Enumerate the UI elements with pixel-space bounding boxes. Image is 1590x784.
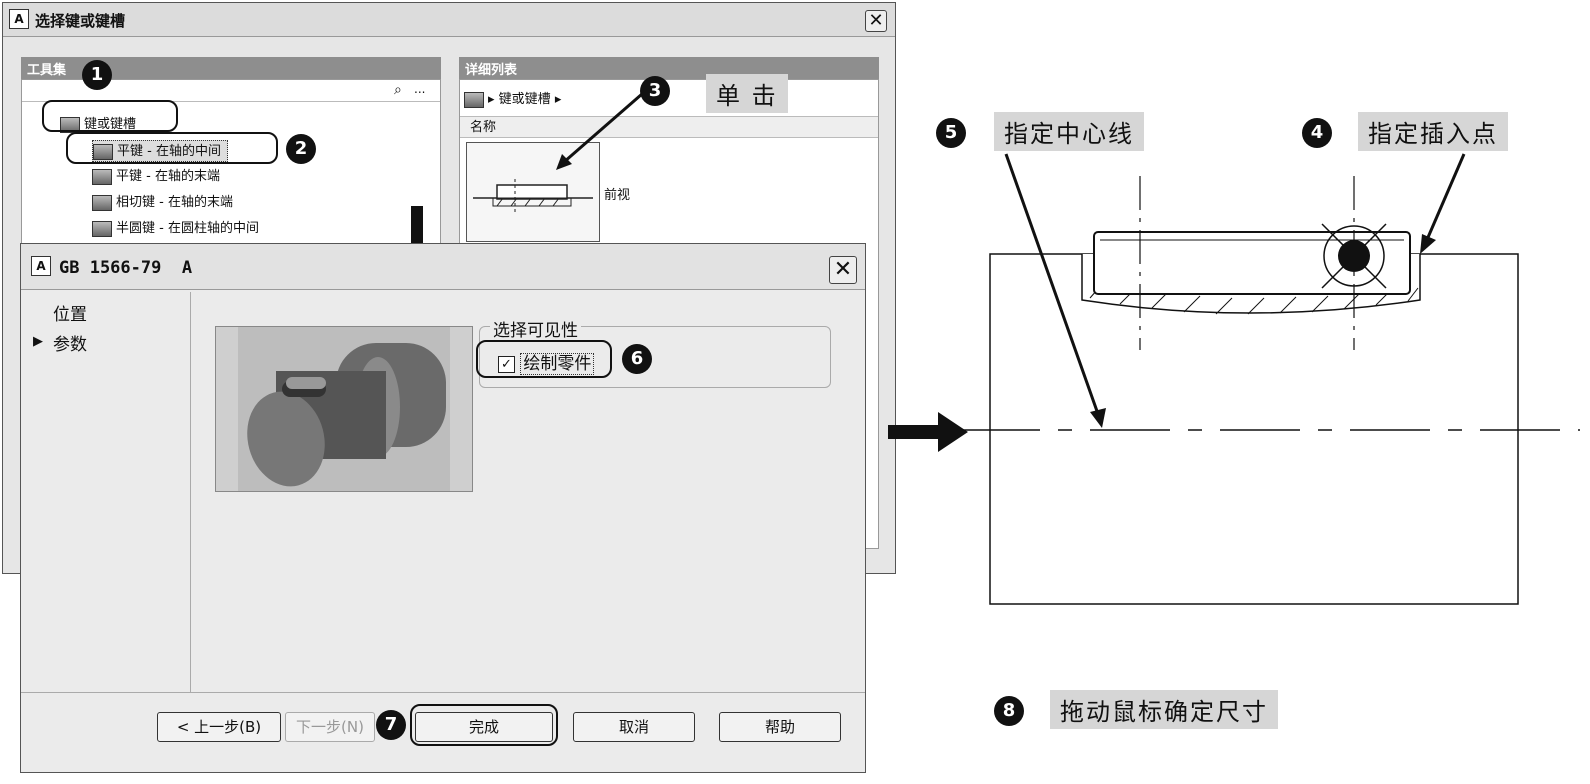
highlight-ring-1 <box>42 100 178 132</box>
part-parameters-window: A GB 1566-79 A ✕ 位置 ▶ 参数 选择可见性 ✓ 绘制零件 < … <box>20 243 866 773</box>
part-preview <box>215 326 473 492</box>
callout-3-text: 单 击 <box>706 74 788 113</box>
key-selection-titlebar: A 选择键或键槽 ✕ <box>3 3 895 37</box>
tree-item-flat-key-end[interactable]: 平键 - 在轴的末端 <box>92 166 220 188</box>
callout-4-text: 指定插入点 <box>1358 112 1508 151</box>
visibility-group-title: 选择可见性 <box>490 316 581 341</box>
callout-3-arrow <box>556 92 643 170</box>
window-title: 选择键或键槽 <box>35 12 126 30</box>
callout-8: 8 <box>994 696 1024 726</box>
cad-drawing <box>960 153 1580 605</box>
thumbnail-label: 前视 <box>604 188 631 203</box>
callout-4: 4 <box>1302 118 1332 148</box>
app-icon: A <box>31 256 51 276</box>
app-icon: A <box>9 9 29 29</box>
key-part-icon <box>92 220 112 237</box>
nav-panel: 位置 ▶ 参数 <box>21 292 191 692</box>
part-window-title: GB 1566-79 A <box>59 258 193 278</box>
tree-item-woodruff-key[interactable]: 半圆键 - 在圆柱轴的中间 <box>92 218 259 240</box>
key-part-icon <box>92 168 112 185</box>
callout-8-text: 拖动鼠标确定尺寸 <box>1050 690 1278 729</box>
callout-5: 5 <box>936 118 966 148</box>
detail-list-header: 详细列表 <box>459 57 879 80</box>
part-window-titlebar: A GB 1566-79 A ✕ <box>21 244 865 290</box>
callout-7: 7 <box>376 710 406 740</box>
key-part-icon <box>92 194 112 211</box>
callout-1: 1 <box>82 60 112 90</box>
nav-item-parameters[interactable]: 参数 <box>53 330 87 355</box>
callout-2: 2 <box>286 134 316 164</box>
highlight-ring-7 <box>410 704 558 746</box>
close-icon[interactable]: ✕ <box>865 10 887 32</box>
right-arrow-icon <box>888 412 968 452</box>
highlight-ring-2 <box>66 132 278 164</box>
search-icon[interactable]: ⌕ <box>394 82 402 98</box>
highlight-ring-6 <box>476 340 612 378</box>
nav-item-position[interactable]: 位置 <box>53 300 87 325</box>
next-button: 下一步(N) <box>285 712 375 742</box>
shaft-3d-preview <box>238 327 450 491</box>
breadcrumb[interactable]: ▸ 键或键槽 ▸ <box>464 88 561 108</box>
selected-arrow-icon: ▶ <box>33 334 43 349</box>
tree-item-tangent-key-end[interactable]: 相切键 - 在轴的末端 <box>92 192 233 214</box>
callout-6: 6 <box>622 344 652 374</box>
back-button[interactable]: < 上一步(B) <box>157 712 281 742</box>
callout-5-text: 指定中心线 <box>994 112 1144 151</box>
name-column-header: 名称 <box>460 116 878 138</box>
folder-icon <box>464 91 484 108</box>
close-icon[interactable]: ✕ <box>829 256 857 284</box>
search-more[interactable]: ... <box>414 82 425 96</box>
help-button[interactable]: 帮助 <box>719 712 841 742</box>
cancel-button[interactable]: 取消 <box>573 712 695 742</box>
